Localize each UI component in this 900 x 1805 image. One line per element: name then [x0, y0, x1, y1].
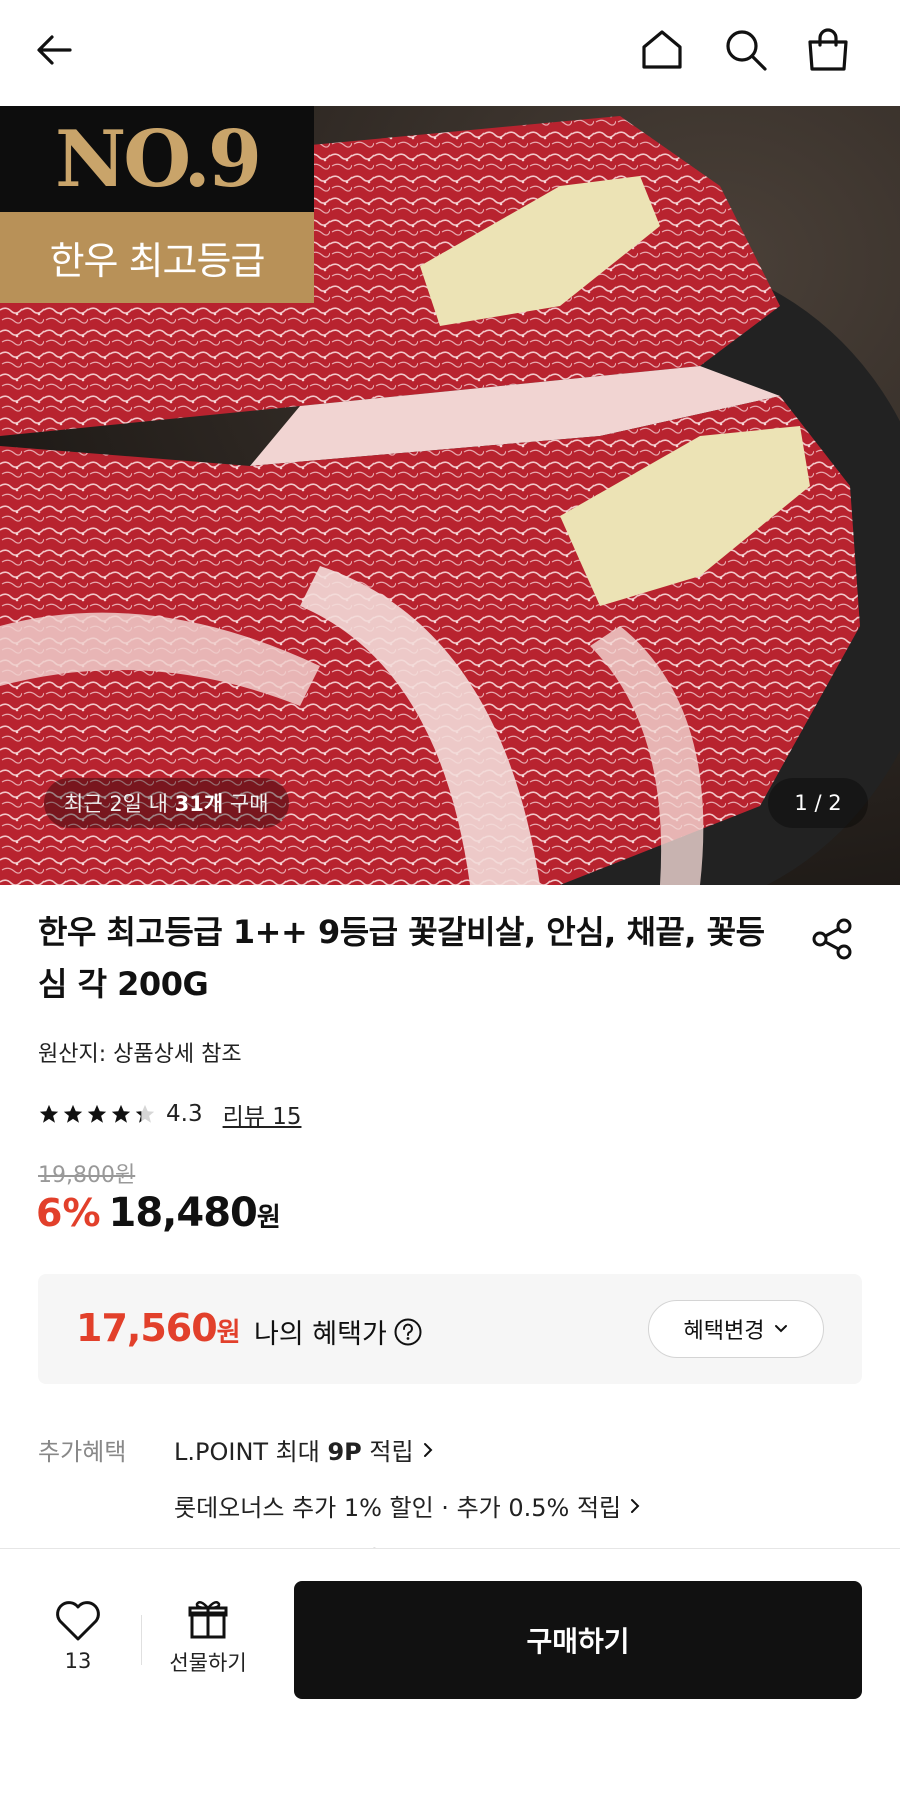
gift-icon: [188, 1600, 228, 1639]
my-benefit-price-box: 17,560원 나의 혜택가 혜택변경: [38, 1274, 862, 1384]
bottom-action-bar: 13 선물하기 구매하기: [0, 1548, 900, 1805]
back-arrow-icon[interactable]: [24, 20, 84, 80]
star-half-icon: [135, 1104, 155, 1123]
product-image-carousel[interactable]: NO.9 한우 최고등급 최근 2일 내 31개 구매 1 / 2: [0, 106, 900, 885]
product-title: 한우 최고등급 1++ 9등급 꽃갈비살, 안심, 채끝, 꽃등심 각 200G: [38, 913, 765, 1003]
price-row: 6% 18,480원: [36, 1190, 281, 1236]
like-button[interactable]: 13: [42, 1599, 114, 1689]
rank-badge-text: NO.9: [54, 113, 262, 205]
star-icon: [39, 1104, 59, 1123]
rating-value: 4.3: [166, 1101, 203, 1127]
top-app-bar: [0, 0, 900, 106]
discount-rate: 6%: [36, 1191, 101, 1235]
lotte-owners-text: 롯데오너스 추가 1% 할인 · 추가 0.5% 적립: [174, 1494, 622, 1522]
benefit-price-value: 17,560: [76, 1306, 218, 1350]
heart-icon: [56, 1601, 100, 1641]
rank-badge: NO.9: [0, 106, 314, 212]
recent-count: 31개: [174, 792, 224, 816]
share-icon[interactable]: [808, 914, 858, 964]
extra-benefit-lotte-owners[interactable]: 롯데오너스 추가 1% 할인 · 추가 0.5% 적립: [174, 1488, 641, 1523]
extra-benefit-lpoint[interactable]: L.POINT 최대 9P 적립: [174, 1432, 434, 1467]
chevron-right-icon: [631, 1498, 640, 1513]
home-icon[interactable]: [632, 20, 692, 80]
sale-price-unit: 원: [256, 1203, 281, 1233]
grade-badge: 한우 최고등급: [0, 212, 314, 303]
recent-prefix: 최근 2일 내: [64, 792, 175, 816]
lpoint-suffix: 적립: [361, 1438, 414, 1466]
recent-suffix: 구매: [223, 792, 269, 816]
grade-badge-text: 한우 최고등급: [49, 239, 266, 283]
lpoint-bold: 9P: [327, 1438, 362, 1466]
lpoint-prefix: L.POINT 최대: [174, 1438, 328, 1466]
buy-button[interactable]: 구매하기: [294, 1581, 862, 1699]
star-rating: [38, 1103, 156, 1125]
original-price: 19,800원: [38, 1163, 136, 1188]
recent-purchase-badge: 최근 2일 내 31개 구매: [44, 778, 289, 828]
shopping-bag-icon[interactable]: [798, 20, 858, 80]
search-icon[interactable]: [716, 20, 776, 80]
benefit-price-unit: 원: [216, 1318, 241, 1348]
question-icon[interactable]: [393, 1317, 423, 1347]
extra-benefit-label: 추가혜택: [38, 1438, 127, 1466]
origin-info: 원산지: 상품상세 참조: [38, 1042, 242, 1067]
benefit-label: 나의 혜택가: [254, 1319, 387, 1350]
like-count: 13: [64, 1649, 92, 1673]
star-icon: [63, 1104, 83, 1123]
gift-label: 선물하기: [169, 1651, 247, 1675]
star-icon: [111, 1104, 131, 1123]
change-benefit-button[interactable]: 혜택변경: [648, 1300, 824, 1358]
benefit-price: 17,560원: [76, 1306, 241, 1350]
divider: [141, 1615, 142, 1665]
benefit-label-group: 나의 혜택가: [254, 1312, 423, 1351]
image-pager-indicator: 1 / 2: [768, 778, 868, 828]
review-link[interactable]: 리뷰 15: [223, 1097, 302, 1131]
rating-row: 4.3 리뷰 15: [38, 1097, 301, 1131]
change-benefit-label: 혜택변경: [683, 1319, 765, 1344]
chevron-down-icon: [775, 1325, 788, 1333]
star-icon: [87, 1104, 107, 1123]
gift-button[interactable]: 선물하기: [158, 1597, 258, 1693]
chevron-right-icon: [423, 1442, 432, 1457]
sale-price: 18,480: [108, 1190, 258, 1236]
